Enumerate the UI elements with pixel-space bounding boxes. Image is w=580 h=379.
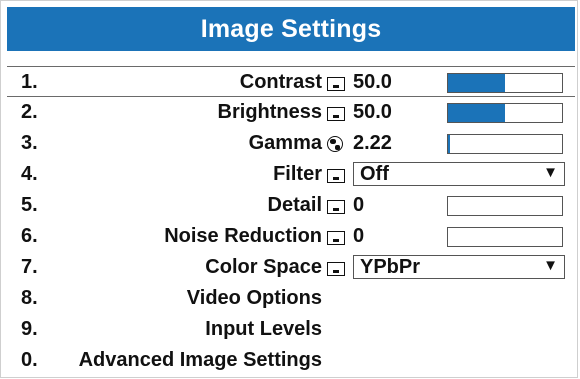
- item-label: Advanced Image Settings: [78, 349, 322, 371]
- slider-fill: [448, 135, 450, 153]
- image-settings-menu: Image Settings 1. Contrast 50.0 2. Brigh…: [0, 0, 578, 378]
- item-number: 4.: [21, 163, 38, 185]
- slider-icon: [327, 262, 345, 276]
- item-label: Color Space: [205, 256, 322, 278]
- slider-fill: [448, 74, 505, 92]
- item-number: 6.: [21, 225, 38, 247]
- item-number: 0.: [21, 349, 38, 371]
- menu-title: Image Settings: [200, 14, 382, 43]
- menu-item-input-levels[interactable]: 9. Input Levels: [7, 314, 575, 345]
- item-number: 5.: [21, 194, 38, 216]
- item-value: 50.0: [353, 71, 392, 93]
- item-label: Contrast: [239, 71, 322, 93]
- menu-item-color-space[interactable]: 7. Color Space YPbPr ▼: [7, 252, 575, 283]
- item-number: 9.: [21, 318, 38, 340]
- menu-item-brightness[interactable]: 2. Brightness 50.0: [7, 97, 575, 128]
- noise-reduction-slider[interactable]: [447, 227, 563, 247]
- item-label: Video Options: [186, 287, 322, 309]
- menu-item-contrast[interactable]: 1. Contrast 50.0: [7, 66, 575, 97]
- slider-fill: [448, 104, 505, 122]
- dropdown-value: Off: [360, 163, 389, 185]
- menu-item-filter[interactable]: 4. Filter Off ▼: [7, 159, 575, 190]
- item-number: 1.: [21, 71, 38, 93]
- menu-item-noise-reduction[interactable]: 6. Noise Reduction 0: [7, 221, 575, 252]
- slider-icon: [327, 107, 345, 121]
- item-label: Input Levels: [205, 318, 322, 340]
- item-number: 2.: [21, 101, 38, 123]
- menu-item-video-options[interactable]: 8. Video Options: [7, 283, 575, 314]
- slider-icon: [327, 231, 345, 245]
- color-space-dropdown[interactable]: YPbPr ▼: [353, 255, 565, 279]
- globe-icon: [327, 136, 343, 152]
- menu-item-detail[interactable]: 5. Detail 0: [7, 190, 575, 221]
- item-number: 7.: [21, 256, 38, 278]
- item-value: 50.0: [353, 101, 392, 123]
- item-number: 8.: [21, 287, 38, 309]
- item-label: Brightness: [217, 101, 322, 123]
- menu-item-gamma[interactable]: 3. Gamma 2.22: [7, 128, 575, 159]
- item-value: 0: [353, 225, 365, 247]
- item-label: Detail: [267, 194, 322, 216]
- menu-title-bar: Image Settings: [7, 7, 575, 51]
- item-value: 0: [353, 194, 365, 216]
- item-label: Noise Reduction: [164, 225, 322, 247]
- slider-icon: [327, 77, 345, 91]
- detail-slider[interactable]: [447, 196, 563, 216]
- item-label: Gamma: [248, 132, 322, 154]
- filter-dropdown[interactable]: Off ▼: [353, 162, 565, 186]
- slider-icon: [327, 200, 345, 214]
- dropdown-arrow-icon: ▼: [543, 164, 558, 181]
- brightness-slider[interactable]: [447, 103, 563, 123]
- dropdown-value: YPbPr: [360, 256, 421, 278]
- dropdown-arrow-icon: ▼: [543, 257, 558, 274]
- item-label: Filter: [273, 163, 322, 185]
- item-number: 3.: [21, 132, 38, 154]
- menu-item-advanced-image-settings[interactable]: 0. Advanced Image Settings: [7, 345, 575, 376]
- contrast-slider[interactable]: [447, 73, 563, 93]
- slider-icon: [327, 169, 345, 183]
- item-value: 2.22: [353, 132, 392, 154]
- gamma-slider[interactable]: [447, 134, 563, 154]
